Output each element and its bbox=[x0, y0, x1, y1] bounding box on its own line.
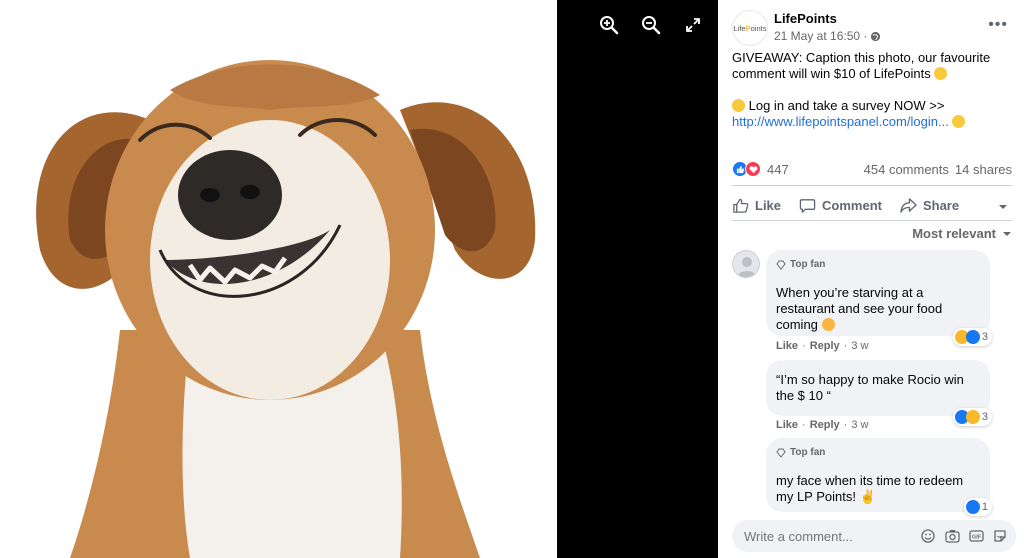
haha-reaction-icon bbox=[965, 410, 980, 424]
post-panel: LifePoints LifePoints 21 May at 16:50 · … bbox=[718, 0, 1024, 558]
comment-time[interactable]: 3 w bbox=[851, 340, 868, 352]
more-options-button[interactable]: ••• bbox=[988, 16, 1008, 34]
emoji-icon[interactable] bbox=[920, 528, 936, 544]
camera-icon[interactable] bbox=[944, 528, 960, 544]
post-actions: Like Comment Share bbox=[732, 192, 1012, 218]
comment-reaction-count: 3 bbox=[981, 411, 988, 423]
comment-reaction-count: 1 bbox=[981, 501, 988, 513]
post-stats: 447 454 comments 14 shares bbox=[732, 158, 1012, 180]
money-mouth-emoji-icon-2 bbox=[952, 115, 966, 128]
divider bbox=[732, 185, 1012, 186]
page-name[interactable]: LifePoints bbox=[774, 11, 837, 26]
comment-bubble: Top fan my face when its time to redeem … bbox=[766, 438, 992, 516]
comment-actions: Like · Reply · 3 w bbox=[776, 340, 868, 352]
love-reaction-icon bbox=[745, 161, 761, 177]
top-fan-label: Top fan bbox=[790, 447, 826, 458]
grinning-emoji-icon bbox=[934, 67, 948, 80]
like-button[interactable]: Like bbox=[732, 197, 781, 214]
gif-icon[interactable]: GIF bbox=[968, 528, 984, 544]
share-button[interactable]: Share bbox=[900, 197, 959, 214]
divider-2 bbox=[732, 220, 1012, 221]
comment-like-link[interactable]: Like bbox=[776, 419, 798, 431]
comment-reactions[interactable]: 3 bbox=[952, 328, 992, 346]
post-photo[interactable] bbox=[0, 0, 557, 558]
diamond-icon bbox=[776, 260, 786, 270]
comment-sort-dropdown[interactable]: Most relevant bbox=[912, 226, 1012, 241]
comment-reactions[interactable]: 1 bbox=[963, 498, 992, 516]
top-fan-badge: Top fan bbox=[776, 445, 980, 461]
comment-reactions[interactable]: 3 bbox=[952, 408, 992, 426]
post-text: GIVEAWAY: Caption this photo, our favour… bbox=[732, 50, 1012, 146]
separator: · bbox=[802, 419, 806, 431]
comment-bubble: “I’m so happy to make Rocio win the $ 10… bbox=[766, 360, 992, 426]
share-label: Share bbox=[922, 197, 960, 213]
separator: · bbox=[802, 340, 806, 352]
post-timestamp[interactable]: 21 May at 16:50 · bbox=[774, 29, 867, 43]
like-reaction-icon bbox=[965, 330, 980, 344]
money-mouth-emoji-icon bbox=[732, 99, 745, 112]
comment-text: my face when its time to redeem my LP Po… bbox=[776, 473, 980, 505]
thumbs-up-icon bbox=[733, 198, 749, 213]
comment-composer: GIF bbox=[732, 520, 1016, 552]
post-header: LifePoints LifePoints 21 May at 16:50 · … bbox=[732, 8, 1014, 48]
lifepoints-logo: LifePoints bbox=[733, 23, 767, 33]
reaction-count[interactable]: 447 bbox=[767, 162, 789, 177]
diamond-icon bbox=[776, 448, 786, 458]
comment-reply-link[interactable]: Reply bbox=[810, 340, 840, 352]
shares-count[interactable]: 14 shares bbox=[955, 162, 1012, 177]
dog-photo-illustration bbox=[0, 0, 557, 558]
separator: · bbox=[843, 340, 848, 352]
reaction-icons[interactable] bbox=[732, 161, 761, 177]
comment-text: “I’m so happy to make Rocio win the $ 10… bbox=[776, 372, 964, 403]
share-audience-dropdown-icon[interactable] bbox=[998, 198, 1008, 213]
comment-text-content: When you’re starving at a restaurant and… bbox=[776, 285, 943, 332]
zoom-out-icon[interactable] bbox=[640, 14, 662, 36]
viewer-toolbar bbox=[598, 14, 704, 36]
composer-icons: GIF bbox=[920, 528, 1008, 544]
svg-text:GIF: GIF bbox=[971, 535, 981, 541]
rock-on-hand-emoji-icon: ✌ bbox=[859, 489, 876, 504]
laughing-cat-emoji-icon bbox=[821, 318, 835, 331]
fullscreen-icon[interactable] bbox=[682, 14, 704, 36]
comment-like-link[interactable]: Like bbox=[776, 340, 798, 352]
top-fan-label: Top fan bbox=[790, 259, 826, 270]
zoom-in-icon[interactable] bbox=[598, 14, 620, 36]
comment-icon bbox=[799, 198, 816, 213]
post-text-line-2: Log in and take a survey NOW >> bbox=[748, 98, 945, 113]
chevron-down-icon bbox=[1003, 231, 1011, 236]
sort-label: Most relevant bbox=[912, 226, 996, 241]
comment-reaction-count: 3 bbox=[981, 331, 988, 343]
comment-actions: Like · Reply · 3 w bbox=[776, 419, 868, 431]
like-reaction-icon bbox=[965, 500, 980, 514]
photo-viewer bbox=[0, 0, 718, 558]
like-label: Like bbox=[755, 197, 782, 213]
sticker-icon[interactable] bbox=[992, 528, 1008, 544]
comment-button[interactable]: Comment bbox=[799, 197, 882, 214]
globe-icon bbox=[871, 31, 881, 41]
top-fan-badge: Top fan bbox=[776, 257, 980, 273]
comment-text: When you’re starving at a restaurant and… bbox=[776, 285, 980, 333]
comment-label: Comment bbox=[822, 197, 882, 213]
comments-count[interactable]: 454 comments bbox=[864, 162, 949, 177]
post-meta: 21 May at 16:50 · bbox=[774, 29, 881, 43]
share-icon bbox=[900, 197, 917, 213]
comment-reply-link[interactable]: Reply bbox=[810, 419, 840, 431]
commenter-avatar[interactable] bbox=[732, 250, 760, 278]
comment-bubble: Top fan When you’re starving at a restau… bbox=[766, 250, 992, 346]
post-text-line-1: GIVEAWAY: Caption this photo, our favour… bbox=[732, 50, 991, 81]
page-avatar[interactable]: LifePoints bbox=[732, 10, 768, 46]
comment-time[interactable]: 3 w bbox=[851, 419, 868, 431]
comment-input[interactable] bbox=[744, 528, 884, 544]
separator: · bbox=[843, 419, 848, 431]
post-link[interactable]: http://www.lifepointspanel.com/login... bbox=[732, 114, 949, 129]
